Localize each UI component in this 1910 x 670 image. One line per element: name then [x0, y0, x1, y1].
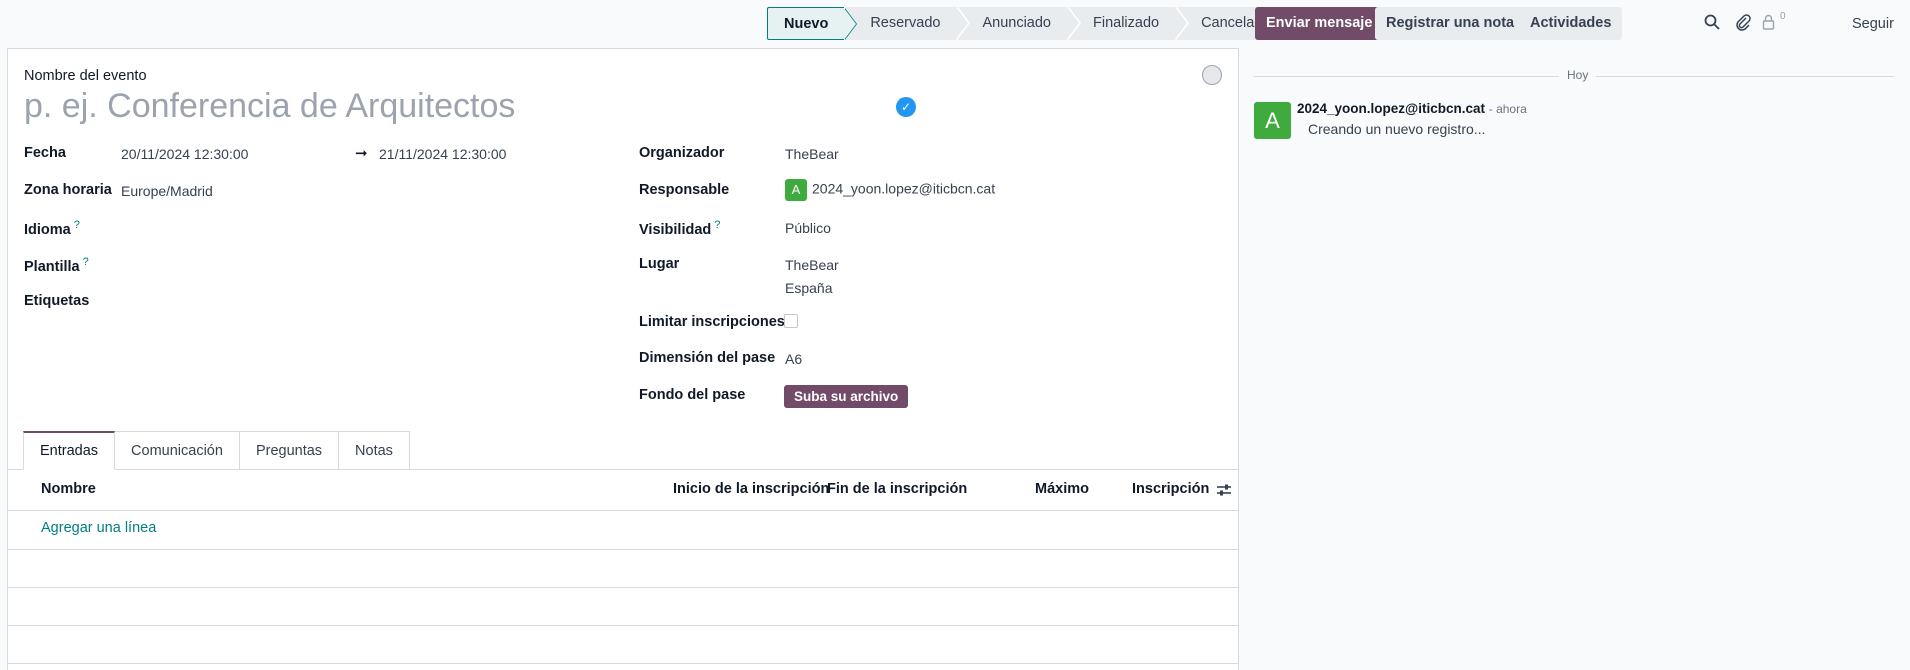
idioma-label: Idioma? — [24, 219, 80, 238]
arrow-right-icon: ➞ — [355, 145, 368, 162]
fecha-label: Fecha — [24, 145, 66, 161]
message-time: - ahora — [1488, 102, 1527, 116]
lock-icon[interactable] — [1760, 13, 1778, 31]
status-bar: Nuevo Reservado Anunciado Finalizado Can… — [767, 7, 1288, 40]
activities-button[interactable]: Actividades — [1519, 7, 1623, 40]
lugar-label: Lugar — [639, 256, 680, 272]
plantilla-label-text: Plantilla — [24, 258, 80, 275]
fondo-label: Fondo del pase — [639, 387, 746, 403]
event-name-label: Nombre del evento — [24, 68, 147, 84]
responsable-label: Responsable — [639, 182, 730, 198]
visibility-field[interactable]: Público — [785, 220, 831, 236]
table-header-divider — [8, 510, 1238, 511]
idioma-label-text: Idioma — [24, 221, 71, 238]
venue-field[interactable]: TheBear — [785, 257, 839, 273]
tab-comunicacion[interactable]: Comunicación — [115, 431, 240, 470]
zona-horaria-label: Zona horaria — [24, 182, 112, 198]
organizador-label: Organizador — [639, 145, 725, 161]
responsible-name: 2024_yoon.lopez@iticbcn.cat — [812, 180, 996, 197]
tab-entradas[interactable]: Entradas — [23, 431, 116, 470]
date-separator-label: Hoy — [1559, 68, 1597, 82]
column-fin[interactable]: Fin de la inscripción — [827, 481, 967, 497]
column-maximo[interactable]: Máximo — [1035, 481, 1089, 497]
template-field[interactable] — [121, 256, 471, 276]
limit-registrations-checkbox[interactable] — [784, 314, 798, 328]
message-author[interactable]: 2024_yoon.lopez@iticbcn.cat — [1297, 101, 1485, 116]
stage-reservado[interactable]: Reservado — [846, 7, 971, 40]
help-icon[interactable]: ? — [83, 256, 89, 268]
venue-country: España — [785, 280, 833, 296]
timezone-field[interactable]: Europe/Madrid — [121, 183, 213, 199]
stage-anunciado[interactable]: Anunciado — [958, 7, 1081, 40]
notebook-tabs: Entradas Comunicación Preguntas Notas — [23, 431, 410, 470]
upload-file-button[interactable]: Suba su archivo — [784, 385, 909, 408]
organizer-field[interactable]: TheBear — [785, 146, 839, 162]
plantilla-label: Plantilla? — [24, 256, 89, 275]
badge-format-field[interactable]: A6 — [785, 351, 802, 367]
event-form-sheet: Nombre del evento p. ej. Conferencia de … — [7, 48, 1239, 670]
limitar-label: Limitar inscripciones — [639, 314, 785, 330]
table-row — [8, 549, 1238, 550]
message-body: Creando un nuevo registro... — [1308, 121, 1486, 137]
paperclip-icon[interactable] — [1734, 13, 1752, 31]
column-inscripcion[interactable]: Inscripción — [1132, 481, 1209, 497]
kanban-state-icon[interactable] — [1202, 65, 1222, 85]
date-end-field[interactable]: 21/11/2024 12:30:00 — [379, 146, 506, 162]
tab-preguntas[interactable]: Preguntas — [239, 431, 340, 470]
help-icon[interactable]: ? — [74, 219, 80, 231]
column-nombre[interactable]: Nombre — [41, 481, 96, 497]
help-icon[interactable]: ? — [714, 219, 720, 231]
message-header: 2024_yoon.lopez@iticbcn.cat - ahora — [1297, 101, 1527, 116]
tags-field[interactable] — [121, 293, 471, 313]
follow-button[interactable]: Seguir — [1852, 16, 1894, 32]
responsible-field[interactable]: A 2024_yoon.lopez@iticbcn.cat — [785, 179, 995, 201]
stage-finalizado[interactable]: Finalizado — [1068, 7, 1190, 40]
search-icon[interactable] — [1703, 13, 1721, 31]
optional-columns-icon[interactable] — [1216, 483, 1232, 497]
send-message-button[interactable]: Enviar mensaje — [1255, 7, 1384, 40]
avatar: A — [785, 179, 807, 201]
column-inicio[interactable]: Inicio de la inscripción — [673, 481, 829, 497]
table-row — [8, 663, 1238, 664]
language-field[interactable] — [121, 219, 471, 239]
check-icon: ✓ — [896, 97, 916, 117]
follower-count: 0 — [1780, 11, 1786, 22]
visibilidad-label: Visibilidad? — [639, 219, 720, 238]
visibilidad-label-text: Visibilidad — [639, 221, 712, 238]
log-note-button[interactable]: Registrar una nota — [1375, 7, 1526, 40]
etiquetas-label: Etiquetas — [24, 293, 90, 309]
dimension-label: Dimensión del pase — [639, 350, 776, 366]
table-row — [8, 625, 1238, 626]
stage-nuevo[interactable]: Nuevo — [767, 7, 858, 40]
add-line-link[interactable]: Agregar una línea — [41, 520, 156, 536]
avatar[interactable]: A — [1254, 102, 1291, 139]
date-start-field[interactable]: 20/11/2024 12:30:00 — [121, 146, 248, 162]
table-row — [8, 587, 1238, 588]
event-name-input[interactable]: p. ej. Conferencia de Arquitectos — [24, 87, 515, 126]
tab-notas[interactable]: Notas — [339, 431, 410, 470]
